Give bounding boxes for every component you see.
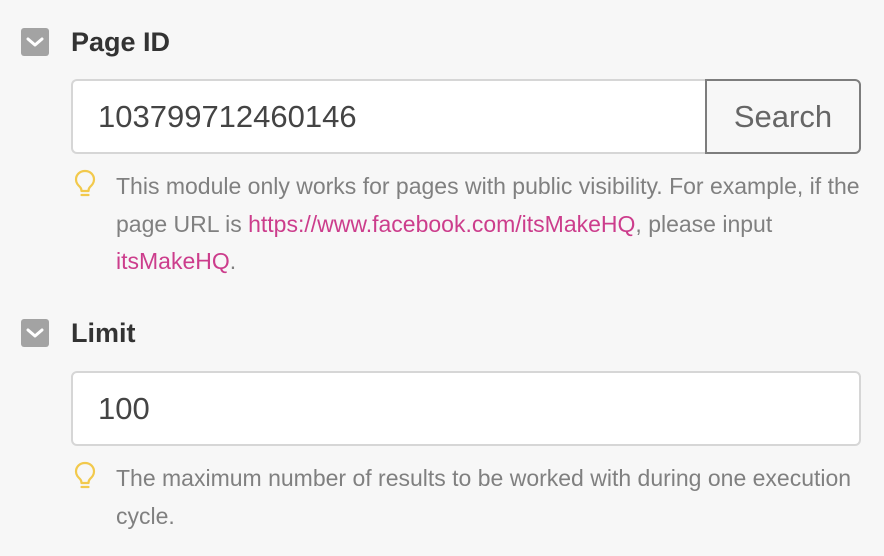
page-id-input-row: Search [71, 79, 861, 154]
page-id-field-header: Page ID [21, 25, 170, 59]
limit-field-header: Limit [21, 316, 136, 350]
hint-text-end: . [229, 248, 237, 274]
limit-hint: The maximum number of results to be work… [72, 460, 862, 535]
lightbulb-icon [74, 169, 96, 197]
hint-text-middle: , please input [635, 210, 773, 237]
limit-label: Limit [71, 317, 136, 348]
chevron-down-icon [26, 328, 44, 338]
page-id-label: Page ID [71, 26, 171, 57]
search-button[interactable]: Search [705, 79, 861, 154]
page-id-collapse-toggle[interactable] [21, 28, 49, 56]
page-id-hint-text: This module only works for pages with pu… [116, 168, 862, 281]
lightbulb-icon [74, 461, 96, 489]
page-id-example-link[interactable]: itsMakeHQ [116, 248, 230, 274]
chevron-down-icon [26, 37, 44, 47]
limit-collapse-toggle[interactable] [21, 319, 49, 347]
facebook-url-link[interactable]: https://www.facebook.com/itsMakeHQ [248, 211, 635, 237]
limit-hint-text: The maximum number of results to be work… [116, 465, 852, 529]
limit-input-row [71, 371, 861, 446]
page-id-hint: This module only works for pages with pu… [72, 168, 862, 281]
page-id-input[interactable] [71, 79, 705, 154]
limit-input[interactable] [71, 371, 861, 446]
